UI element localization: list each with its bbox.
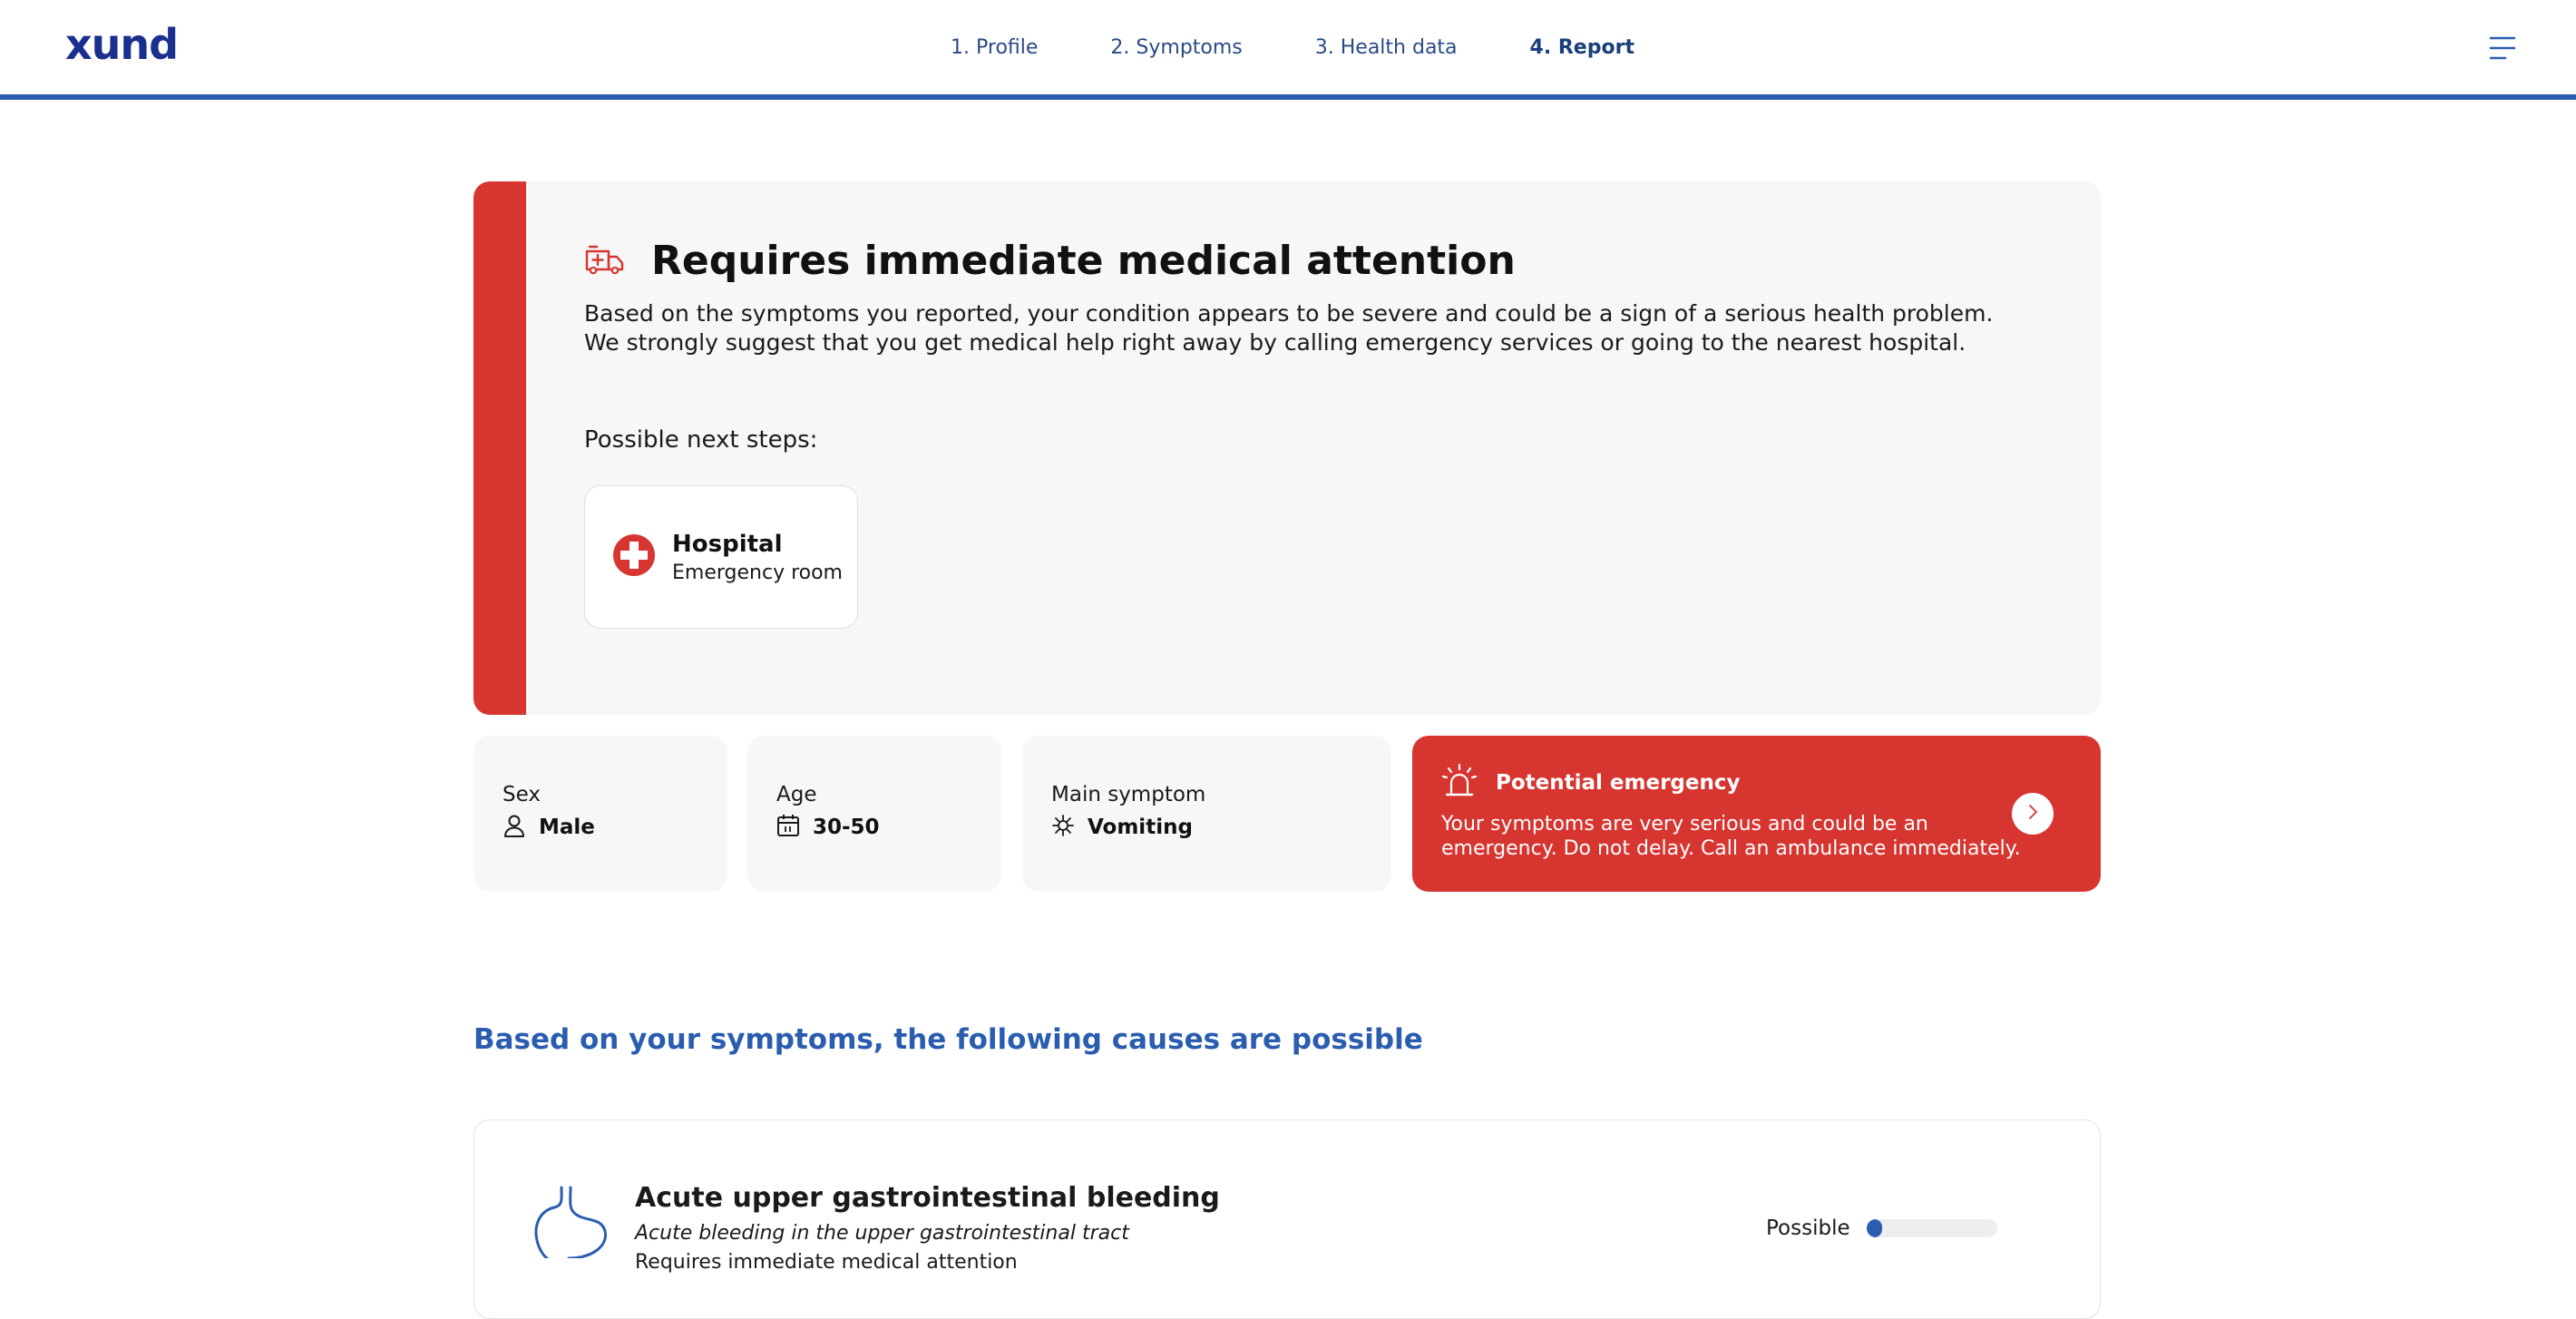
- next-steps-label: Possible next steps:: [584, 426, 818, 454]
- sex-tile: Sex Male: [473, 736, 727, 892]
- hamburger-menu-icon[interactable]: [2489, 34, 2516, 62]
- sex-value: Male: [539, 816, 595, 839]
- hospital-subtitle: Emergency room: [672, 561, 843, 584]
- cause-description: Acute bleeding in the upper gastrointest…: [635, 1222, 1129, 1245]
- person-icon: [503, 814, 526, 841]
- likelihood-indicator: Possible: [1766, 1216, 1997, 1240]
- nav-step-symptoms[interactable]: 2. Symptoms: [1110, 36, 1242, 59]
- virus-icon: [1051, 814, 1075, 841]
- next-step-hospital-card[interactable]: Hospital Emergency room: [584, 485, 858, 629]
- alert-severity-stripe: [473, 181, 526, 715]
- triage-alert-card: Requires immediate medical attention Bas…: [473, 181, 2101, 715]
- potential-emergency-card[interactable]: Potential emergency Your symptoms are ve…: [1412, 736, 2101, 892]
- emergency-open-button[interactable]: [2012, 793, 2054, 835]
- likelihood-bar-track: [1866, 1219, 1997, 1237]
- nav-step-health-data[interactable]: 3. Health data: [1315, 36, 1458, 59]
- alert-title: Requires immediate medical attention: [651, 238, 1516, 284]
- calendar-icon: [776, 814, 800, 841]
- top-header: xund 1. Profile 2. Symptoms 3. Health da…: [0, 0, 2576, 100]
- siren-icon: [1441, 763, 1478, 803]
- stomach-icon: [529, 1186, 609, 1262]
- main-symptom-tile: Main symptom Vomiting: [1022, 736, 1391, 892]
- cause-card[interactable]: Acute upper gastrointestinal bleeding Ac…: [473, 1119, 2101, 1319]
- alert-description: Based on the symptoms you reported, your…: [584, 300, 1994, 356]
- age-label: Age: [776, 783, 817, 806]
- emergency-title: Potential emergency: [1496, 771, 1741, 795]
- age-tile: Age 30-50: [747, 736, 1001, 892]
- possible-causes-heading: Based on your symptoms, the following ca…: [473, 1023, 1423, 1056]
- main-symptom-value: Vomiting: [1088, 816, 1193, 839]
- sex-label: Sex: [503, 783, 541, 806]
- likelihood-bar-fill: [1866, 1219, 1882, 1237]
- alert-title-row: Requires immediate medical attention: [584, 238, 1516, 284]
- cause-extra-text: Requires immediate medical attention: [635, 1251, 1018, 1274]
- hospital-text: Hospital Emergency room: [672, 531, 843, 584]
- cause-name: Acute upper gastrointestinal bleeding: [635, 1182, 1220, 1214]
- step-navigation: 1. Profile 2. Symptoms 3. Health data 4.…: [0, 0, 2576, 94]
- age-value: 30-50: [813, 816, 880, 839]
- main-symptom-label: Main symptom: [1051, 783, 1206, 806]
- nav-step-report[interactable]: 4. Report: [1530, 36, 1634, 59]
- emergency-text: Your symptoms are very serious and could…: [1441, 813, 2021, 860]
- chevron-right-icon: [2025, 804, 2040, 824]
- likelihood-label: Possible: [1766, 1216, 1850, 1240]
- emergency-header: Potential emergency: [1441, 763, 1741, 803]
- medical-cross-icon: [612, 533, 656, 581]
- nav-step-profile[interactable]: 1. Profile: [951, 36, 1038, 59]
- hospital-name: Hospital: [672, 530, 783, 558]
- ambulance-icon: [584, 244, 624, 278]
